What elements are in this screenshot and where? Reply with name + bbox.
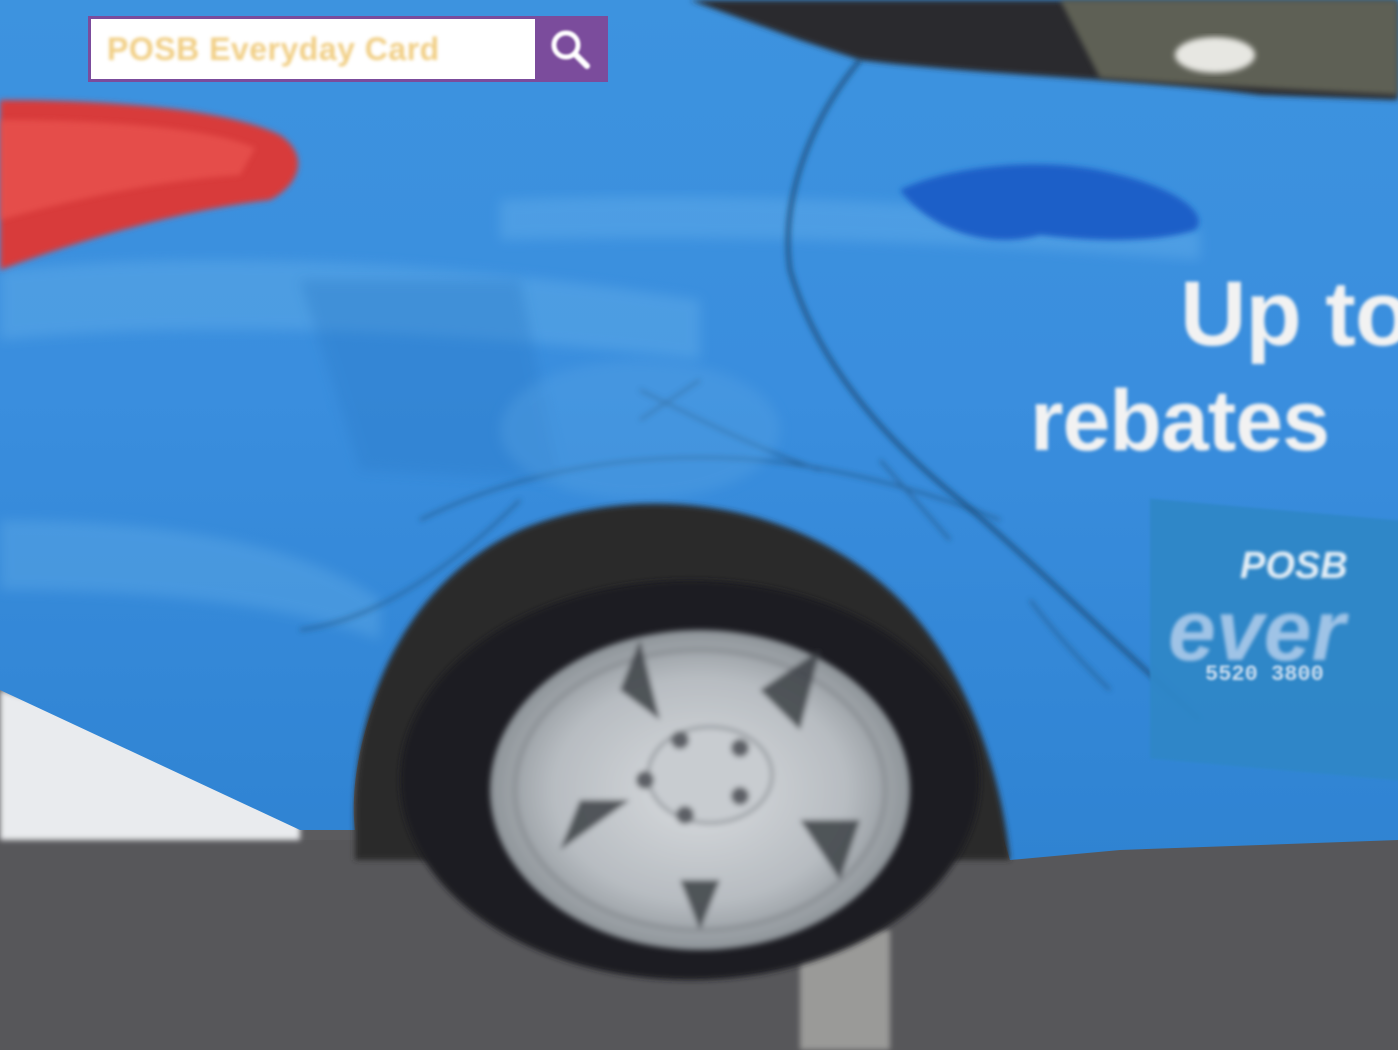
ad-subline: rebates (1030, 373, 1330, 469)
damaged-taxi-photo: POSB Everyday Card Up to rebates POSB ev… (0, 0, 1398, 1050)
search-icon (535, 19, 605, 79)
sticker-text: POSB Everyday Card (107, 30, 440, 67)
posb-search-sticker: POSB Everyday Card (88, 16, 608, 82)
ad-headline: Up to (1180, 263, 1398, 365)
wheel-rim (490, 630, 910, 950)
card-number: 5520 3800 (1205, 662, 1324, 687)
